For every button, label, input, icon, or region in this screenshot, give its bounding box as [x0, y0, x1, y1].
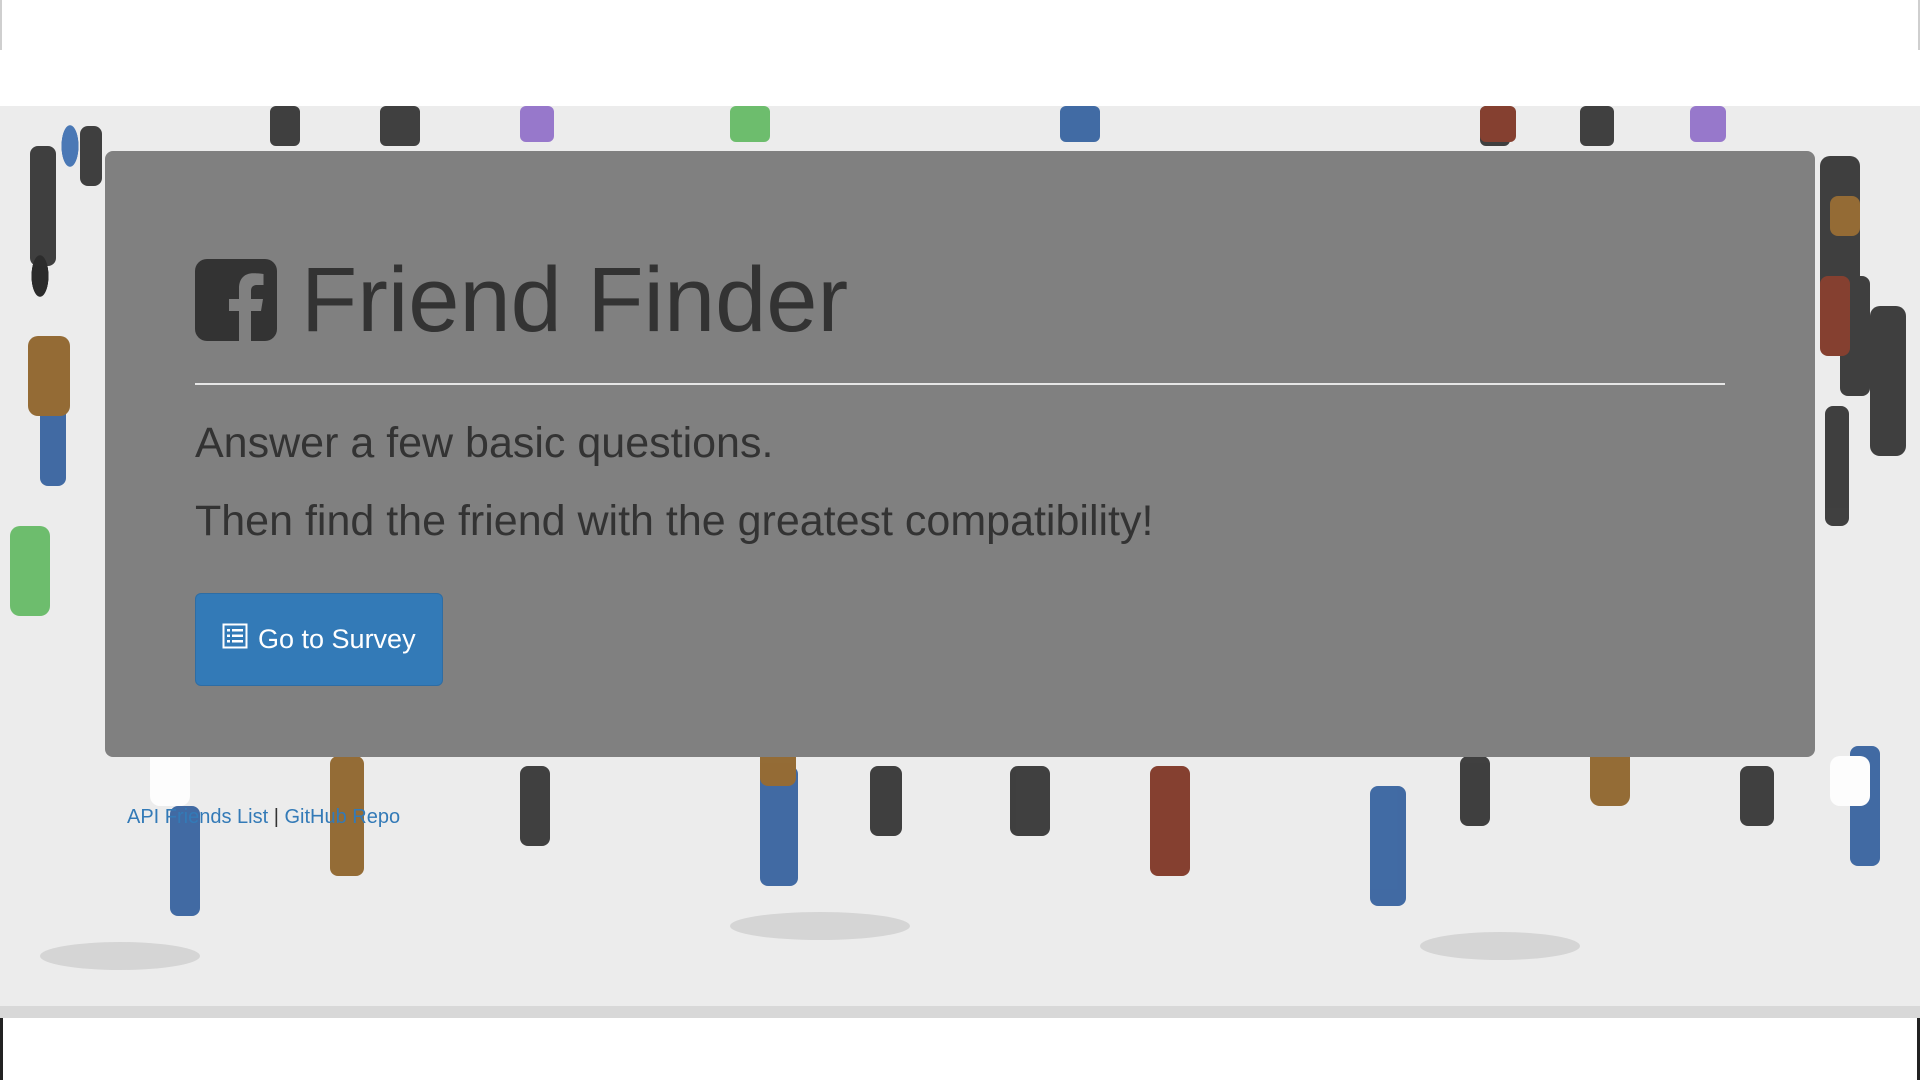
page-title: Friend Finder	[301, 249, 849, 351]
title-row: Friend Finder	[195, 249, 1725, 351]
footer-links: API Friends List | GitHub Repo	[127, 806, 400, 829]
github-repo-link[interactable]: GitHub Repo	[285, 806, 401, 828]
lead-text-1: Answer a few basic questions.	[195, 419, 774, 467]
footer-separator: |	[273, 806, 279, 828]
go-to-survey-button[interactable]: Go to Survey	[195, 592, 443, 686]
crowd-strip-bottom	[0, 1006, 1920, 1018]
list-alt-icon	[222, 623, 248, 656]
title-divider	[195, 383, 1725, 385]
lead-text-2: Then find the friend with the greatest c…	[195, 496, 1154, 545]
page-edge-left-bottom	[0, 1018, 3, 1080]
jumbotron-panel: Friend Finder Answer a few basic questio…	[105, 151, 1815, 757]
api-friends-list-link[interactable]: API Friends List	[127, 806, 268, 828]
page-edge-left	[0, 0, 2, 50]
facebook-square-icon	[195, 259, 277, 341]
go-to-survey-label: Go to Survey	[258, 623, 416, 654]
